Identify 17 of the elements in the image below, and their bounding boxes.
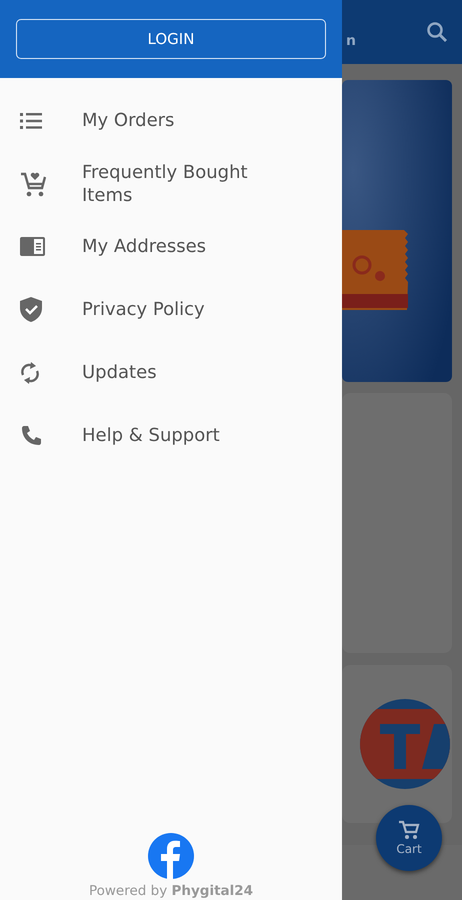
list-icon [20,112,42,130]
menu-item[interactable]: My Orders [0,89,342,152]
login-button[interactable]: LOGIN [16,19,326,59]
menu-item[interactable]: Frequently Bought Items [0,152,342,215]
sync-icon [20,360,40,384]
menu-item[interactable]: Updates [0,341,342,404]
shield-check-icon [20,297,42,322]
cart-icon [398,820,420,840]
menu-item[interactable]: Help & Support [0,404,342,467]
address-card-icon [20,237,45,256]
header-title: n [346,33,356,49]
search-icon [426,21,448,43]
menu-item[interactable]: Privacy Policy [0,278,342,341]
facebook-icon[interactable] [148,833,194,879]
powered-by-text: Powered by Phygital24 [88,883,254,899]
phone-icon [20,424,42,446]
menu-item[interactable]: My Addresses [0,215,342,278]
